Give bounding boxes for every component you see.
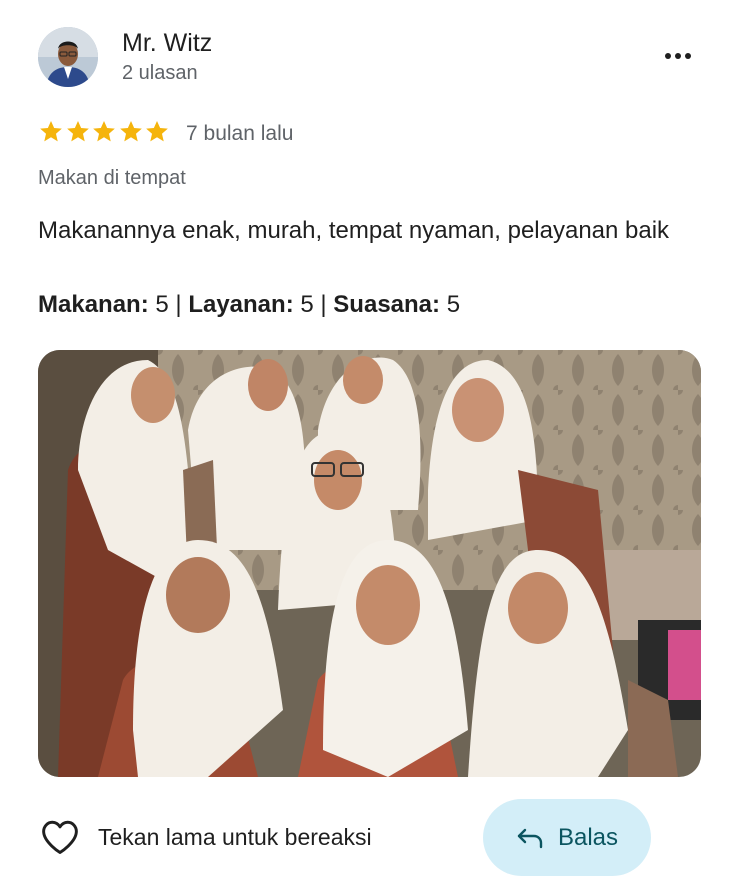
star-filled-icon [93, 120, 115, 142]
review-text: Makanannya enak, murah, tempat nyaman, p… [38, 217, 670, 244]
avatar-image [38, 27, 98, 87]
rating-food-label: Makanan [38, 291, 141, 318]
star-filled-icon [119, 120, 142, 142]
group-photo-image [38, 350, 701, 777]
review-photo[interactable] [38, 350, 701, 777]
dine-type-label: Makan di tempat [38, 167, 186, 189]
star-filled-icon [40, 120, 62, 142]
reviewer-review-count: 2 ulasan [122, 62, 198, 84]
reply-arrow-icon [517, 828, 543, 848]
rating-atmosphere-label: Suasana [333, 291, 433, 318]
react-heart-button[interactable] [38, 815, 82, 859]
more-horizontal-icon [665, 53, 671, 59]
more-options-button[interactable] [656, 40, 700, 72]
rating-service-label: Layanan [188, 291, 286, 318]
more-dot [685, 53, 691, 59]
rating-separator: | [320, 291, 327, 318]
rating-separator: | [175, 291, 182, 318]
rating-food-value: 5 [155, 291, 169, 318]
heart-outline-icon [42, 820, 78, 855]
star-filled-icon [146, 120, 168, 142]
reviewer-name[interactable]: Mr. Witz [122, 28, 212, 58]
aspect-ratings: Makanan: 5 | Layanan: 5 | Suasana: 5 [38, 291, 461, 318]
reply-button-label: Balas [557, 823, 619, 851]
star-rating [38, 119, 171, 145]
review-time-ago: 7 bulan lalu [186, 122, 294, 145]
rating-service-value: 5 [300, 291, 314, 318]
star-filled-icon [66, 120, 89, 142]
reply-button[interactable]: Balas [483, 799, 651, 876]
rating-atmosphere-value: 5 [446, 291, 461, 318]
reviewer-avatar[interactable] [38, 27, 98, 87]
more-dot [675, 53, 681, 59]
react-hint-label: Tekan lama untuk bereaksi [98, 824, 372, 850]
